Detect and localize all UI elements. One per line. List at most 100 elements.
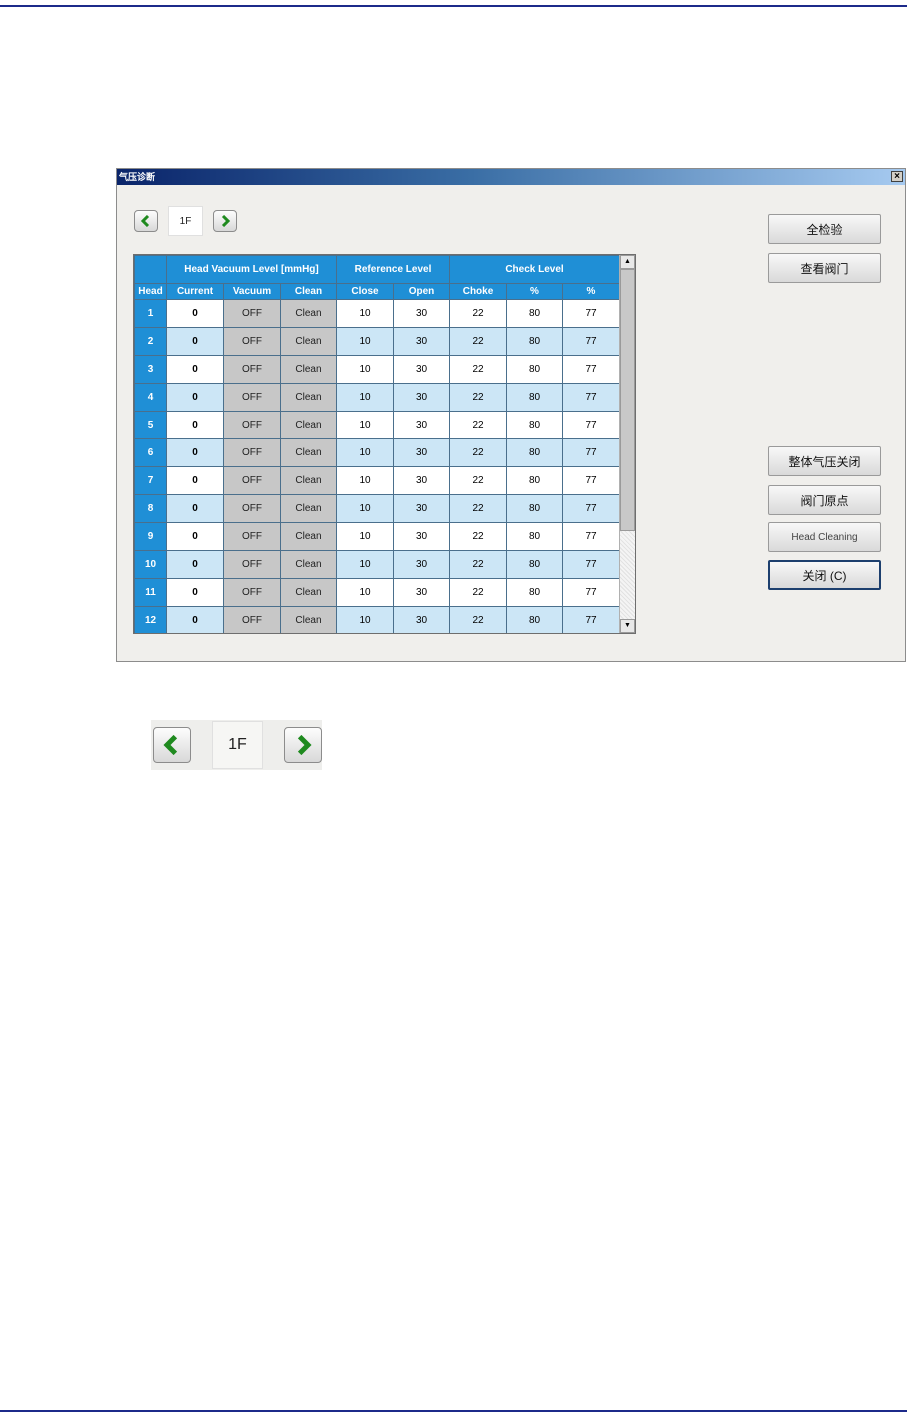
choke-value-cell[interactable]: 22 xyxy=(449,605,507,633)
vacuum-toggle-cell[interactable]: OFF xyxy=(223,354,281,384)
choke-value-cell[interactable]: 22 xyxy=(449,522,507,552)
vacuum-toggle-cell[interactable]: OFF xyxy=(223,299,281,328)
head-number-cell[interactable]: 11 xyxy=(134,577,167,607)
pct1-value-cell[interactable]: 80 xyxy=(506,577,563,607)
pct2-value-cell[interactable]: 77 xyxy=(562,466,620,496)
clean-button-cell[interactable]: Clean xyxy=(280,494,337,524)
pct2-value-cell[interactable]: 77 xyxy=(562,326,620,356)
clean-button-cell[interactable]: Clean xyxy=(280,354,337,384)
pct2-value-cell[interactable]: 77 xyxy=(562,577,620,607)
dialog-titlebar[interactable]: 气压诊断 × xyxy=(117,169,905,185)
vacuum-toggle-cell[interactable]: OFF xyxy=(223,494,281,524)
head-number-cell[interactable]: 8 xyxy=(134,494,167,524)
choke-value-cell[interactable]: 22 xyxy=(449,299,507,328)
open-value-cell[interactable]: 30 xyxy=(393,605,450,633)
vacuum-toggle-cell[interactable]: OFF xyxy=(223,410,281,440)
close-value-cell[interactable]: 10 xyxy=(336,382,394,412)
clean-button-cell[interactable]: Clean xyxy=(280,382,337,412)
open-value-cell[interactable]: 30 xyxy=(393,550,450,579)
choke-value-cell[interactable]: 22 xyxy=(449,410,507,440)
pct1-value-cell[interactable]: 80 xyxy=(506,382,563,412)
choke-value-cell[interactable]: 22 xyxy=(449,438,507,468)
close-value-cell[interactable]: 10 xyxy=(336,550,394,579)
head-number-cell[interactable]: 9 xyxy=(134,522,167,552)
prev-floor-button-enlarged[interactable] xyxy=(153,727,191,763)
head-number-cell[interactable]: 12 xyxy=(134,605,167,633)
vacuum-toggle-cell[interactable]: OFF xyxy=(223,577,281,607)
close-value-cell[interactable]: 10 xyxy=(336,410,394,440)
scroll-down-icon[interactable]: ▼ xyxy=(620,619,635,633)
close-value-cell[interactable]: 10 xyxy=(336,522,394,552)
vacuum-toggle-cell[interactable]: OFF xyxy=(223,326,281,356)
open-value-cell[interactable]: 30 xyxy=(393,466,450,496)
vacuum-toggle-cell[interactable]: OFF xyxy=(223,382,281,412)
pct1-value-cell[interactable]: 80 xyxy=(506,326,563,356)
pct2-value-cell[interactable]: 77 xyxy=(562,299,620,328)
close-icon[interactable]: × xyxy=(891,171,903,182)
open-value-cell[interactable]: 30 xyxy=(393,494,450,524)
close-value-cell[interactable]: 10 xyxy=(336,299,394,328)
choke-value-cell[interactable]: 22 xyxy=(449,550,507,579)
vacuum-toggle-cell[interactable]: OFF xyxy=(223,522,281,552)
pct2-value-cell[interactable]: 77 xyxy=(562,382,620,412)
pct2-value-cell[interactable]: 77 xyxy=(562,605,620,633)
pct1-value-cell[interactable]: 80 xyxy=(506,466,563,496)
prev-floor-button[interactable] xyxy=(134,210,158,232)
choke-value-cell[interactable]: 22 xyxy=(449,494,507,524)
clean-button-cell[interactable]: Clean xyxy=(280,522,337,552)
pct1-value-cell[interactable]: 80 xyxy=(506,522,563,552)
head-number-cell[interactable]: 4 xyxy=(134,382,167,412)
open-value-cell[interactable]: 30 xyxy=(393,354,450,384)
pct1-value-cell[interactable]: 80 xyxy=(506,438,563,468)
close-value-cell[interactable]: 10 xyxy=(336,494,394,524)
open-value-cell[interactable]: 30 xyxy=(393,438,450,468)
open-value-cell[interactable]: 30 xyxy=(393,299,450,328)
vacuum-toggle-cell[interactable]: OFF xyxy=(223,605,281,633)
close-value-cell[interactable]: 10 xyxy=(336,466,394,496)
clean-button-cell[interactable]: Clean xyxy=(280,438,337,468)
view-valve-button[interactable]: 查看阀门 xyxy=(768,253,881,283)
clean-button-cell[interactable]: Clean xyxy=(280,605,337,633)
head-number-cell[interactable]: 10 xyxy=(134,550,167,579)
valve-origin-button[interactable]: 阀门原点 xyxy=(768,485,881,515)
next-floor-button-enlarged[interactable] xyxy=(284,727,322,763)
head-number-cell[interactable]: 2 xyxy=(134,326,167,356)
head-number-cell[interactable]: 1 xyxy=(134,299,167,328)
close-value-cell[interactable]: 10 xyxy=(336,577,394,607)
choke-value-cell[interactable]: 22 xyxy=(449,577,507,607)
clean-button-cell[interactable]: Clean xyxy=(280,577,337,607)
open-value-cell[interactable]: 30 xyxy=(393,577,450,607)
head-cleaning-button[interactable]: Head Cleaning xyxy=(768,522,881,552)
pct1-value-cell[interactable]: 80 xyxy=(506,299,563,328)
vacuum-toggle-cell[interactable]: OFF xyxy=(223,438,281,468)
pct1-value-cell[interactable]: 80 xyxy=(506,494,563,524)
pct2-value-cell[interactable]: 77 xyxy=(562,550,620,579)
scroll-up-icon[interactable]: ▲ xyxy=(620,255,635,269)
pct2-value-cell[interactable]: 77 xyxy=(562,522,620,552)
clean-button-cell[interactable]: Clean xyxy=(280,410,337,440)
head-number-cell[interactable]: 7 xyxy=(134,466,167,496)
next-floor-button[interactable] xyxy=(213,210,237,232)
choke-value-cell[interactable]: 22 xyxy=(449,326,507,356)
pct1-value-cell[interactable]: 80 xyxy=(506,550,563,579)
choke-value-cell[interactable]: 22 xyxy=(449,382,507,412)
close-value-cell[interactable]: 10 xyxy=(336,354,394,384)
check-all-button[interactable]: 全检验 xyxy=(768,214,881,244)
close-value-cell[interactable]: 10 xyxy=(336,438,394,468)
all-air-off-button[interactable]: 整体气压关闭 xyxy=(768,446,881,476)
clean-button-cell[interactable]: Clean xyxy=(280,550,337,579)
pct1-value-cell[interactable]: 80 xyxy=(506,410,563,440)
open-value-cell[interactable]: 30 xyxy=(393,410,450,440)
open-value-cell[interactable]: 30 xyxy=(393,326,450,356)
head-number-cell[interactable]: 5 xyxy=(134,410,167,440)
pct2-value-cell[interactable]: 77 xyxy=(562,410,620,440)
head-number-cell[interactable]: 3 xyxy=(134,354,167,384)
clean-button-cell[interactable]: Clean xyxy=(280,326,337,356)
vacuum-toggle-cell[interactable]: OFF xyxy=(223,466,281,496)
pct2-value-cell[interactable]: 77 xyxy=(562,494,620,524)
close-button[interactable]: 关闭 (C) xyxy=(768,560,881,590)
pct1-value-cell[interactable]: 80 xyxy=(506,354,563,384)
grid-scrollbar[interactable]: ▲ ▼ xyxy=(619,255,635,633)
pct2-value-cell[interactable]: 77 xyxy=(562,354,620,384)
head-number-cell[interactable]: 6 xyxy=(134,438,167,468)
